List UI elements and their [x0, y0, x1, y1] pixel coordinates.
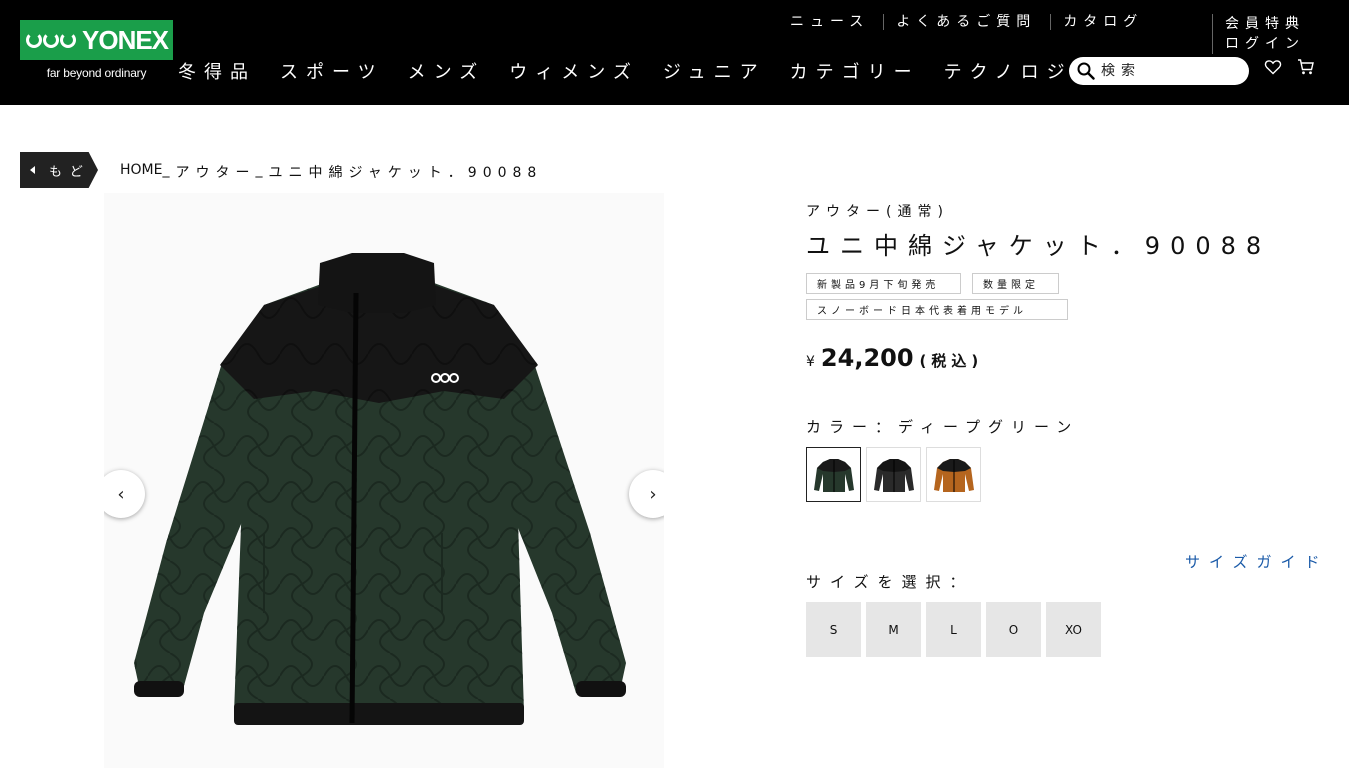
search-input[interactable]: [1101, 63, 1241, 79]
tag-new-release: 新製品9月下旬発売: [806, 273, 961, 294]
utility-link-news[interactable]: ニュース: [790, 14, 883, 30]
product-image-gallery: ‹ ›: [104, 193, 664, 768]
search-icon: [1077, 62, 1095, 80]
brand-name: YONEX: [82, 24, 169, 55]
color-swatch-deep-green[interactable]: [806, 447, 861, 502]
size-button-s[interactable]: S: [806, 602, 861, 657]
nav-item-junior[interactable]: ジュニア: [663, 58, 766, 84]
color-label: カラー：ディープグリーン: [806, 418, 1080, 436]
jacket-thumbnail: [873, 458, 914, 492]
cart-icon[interactable]: [1297, 58, 1315, 76]
nav-item-winter[interactable]: 冬得品: [178, 58, 256, 84]
price-tax-note: (税込): [919, 352, 984, 370]
back-button[interactable]: もど: [20, 152, 98, 188]
brand-logo[interactable]: YONEX far beyond ordinary: [20, 20, 173, 85]
breadcrumb: HOME _ アウター _ ユニ中綿ジャケット．90088: [120, 162, 542, 182]
brand-tagline: far beyond ordinary: [46, 66, 147, 80]
member-benefits-link[interactable]: 会員特典: [1212, 14, 1305, 34]
main-nav: 冬得品スポーツメンズウィメンズジュニアカテゴリーテクノロジー: [178, 58, 1068, 84]
jacket-thumbnail: [933, 458, 974, 492]
size-guide-link[interactable]: サイズガイド: [1185, 551, 1329, 572]
nav-item-category[interactable]: カテゴリー: [790, 58, 920, 84]
breadcrumb-separator: _: [162, 162, 176, 178]
size-button-o[interactable]: O: [986, 602, 1041, 657]
logo-mark-icon: [26, 32, 76, 48]
color-swatch-orange[interactable]: [926, 447, 981, 502]
product-image: [134, 253, 626, 725]
back-arrow-icon: [30, 166, 35, 174]
chevron-right-icon: ›: [649, 483, 657, 505]
login-link[interactable]: ログイン: [1212, 34, 1305, 54]
nav-item-technology[interactable]: テクノロジー: [944, 58, 1068, 84]
utility-link-faq[interactable]: よくあるご質問: [883, 14, 1050, 30]
utility-nav: ニュース よくあるご質問 カタログ: [790, 14, 1157, 30]
jacket-thumbnail: [813, 458, 854, 492]
breadcrumb-home[interactable]: HOME: [120, 162, 162, 182]
price-amount: 24,200: [820, 344, 914, 372]
breadcrumb-outer[interactable]: アウター: [175, 162, 255, 182]
back-label: もど: [49, 164, 91, 180]
nav-item-mens[interactable]: メンズ: [408, 58, 486, 84]
size-button-m[interactable]: M: [866, 602, 921, 657]
tag-limited: 数量限定: [972, 273, 1059, 294]
size-button-l[interactable]: L: [926, 602, 981, 657]
search-box[interactable]: [1069, 57, 1249, 85]
size-label: サイズを選択：: [806, 573, 974, 591]
product-category: アウター(通常): [806, 204, 949, 220]
breadcrumb-current: ユニ中綿ジャケット．90088: [268, 165, 543, 181]
price-currency: ¥: [806, 354, 815, 370]
heart-icon[interactable]: [1264, 58, 1282, 76]
tag-snowboard-model: スノーボード日本代表着用モデル: [806, 299, 1068, 320]
breadcrumb-separator: _: [255, 162, 269, 178]
account-nav: 会員特典 ログイン: [1212, 14, 1305, 54]
color-swatch-black[interactable]: [866, 447, 921, 502]
chevron-left-icon: ‹: [117, 483, 125, 505]
nav-item-sports[interactable]: スポーツ: [280, 58, 384, 84]
size-button-xo[interactable]: XO: [1046, 602, 1101, 657]
logo-box: YONEX: [20, 20, 173, 60]
product-title: ユニ中綿ジャケット．90088: [806, 232, 1272, 260]
utility-link-catalog[interactable]: カタログ: [1050, 14, 1157, 30]
product-price: ¥ 24,200 (税込): [806, 344, 983, 372]
site-header: YONEX far beyond ordinary ニュース よくあるご質問 カ…: [0, 0, 1349, 105]
nav-item-womens[interactable]: ウィメンズ: [509, 58, 639, 84]
